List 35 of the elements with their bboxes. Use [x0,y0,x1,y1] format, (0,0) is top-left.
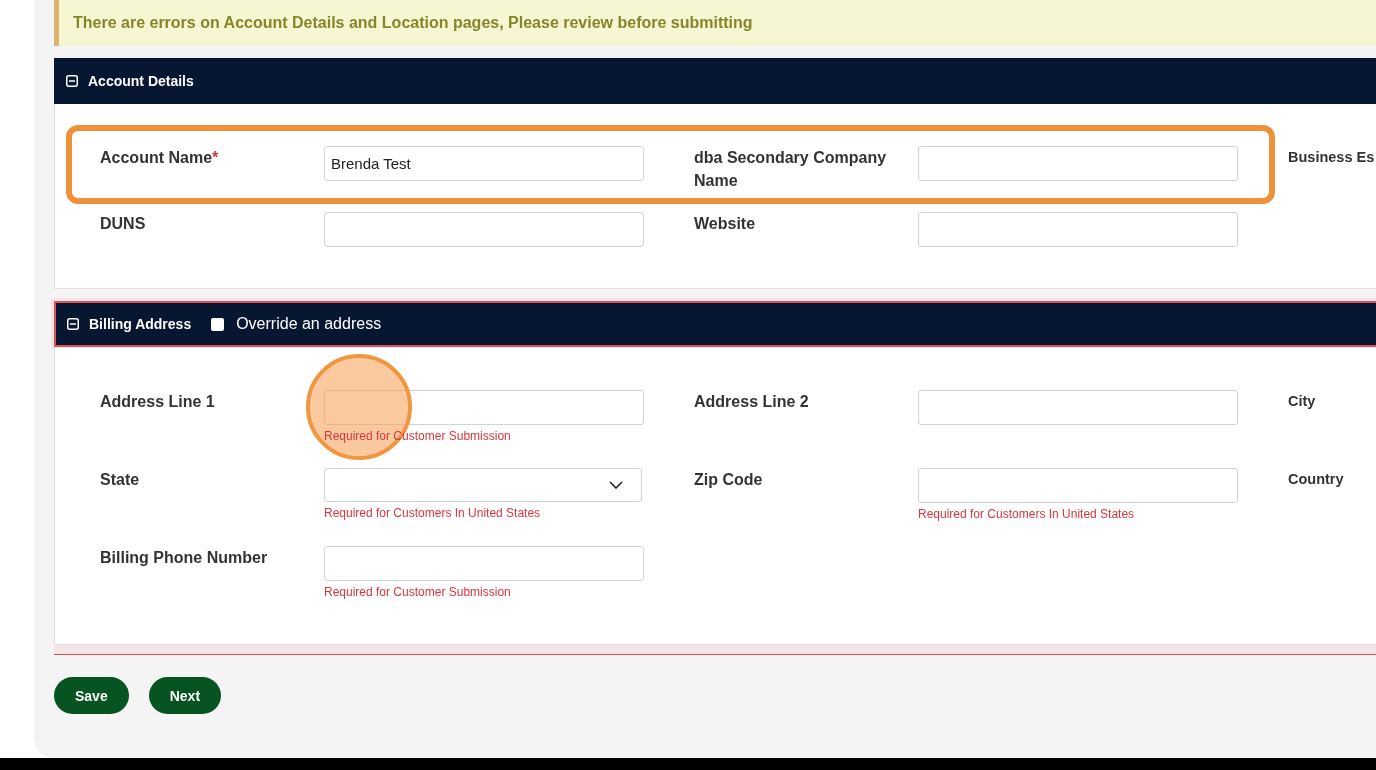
input-field[interactable] [324,390,644,425]
checkbox-label[interactable]: Override an address [236,315,382,333]
field-label: Billing Phone Number [100,548,269,568]
field-label: Zip Code [694,470,764,490]
input-field[interactable] [918,146,1238,181]
field-label: Address Line 1 [100,392,216,412]
field-label: DUNS [100,214,147,234]
collapse-icon[interactable] [66,75,78,87]
chevron-down-icon [609,481,623,489]
collapse-icon[interactable] [67,318,79,330]
field-label: Website [694,214,757,234]
field-label: State [100,470,141,490]
field-label: Address Line 2 [694,392,810,412]
input-field[interactable]: Brenda Test [324,146,644,181]
error-alert: There are errors on Account Details and Location pages, Please review before submitting [54,0,1376,46]
input-field[interactable] [324,212,644,247]
section-title: Billing Address [89,316,192,332]
error-message: Required for Customers In United States [324,506,542,521]
field-label: Country [1288,470,1345,489]
field-label: Account Name [100,148,213,168]
input-field[interactable] [324,546,644,581]
input-field[interactable] [918,390,1238,425]
error-message: Required for Customers In United States [918,507,1136,522]
action-button[interactable]: Next [148,677,222,714]
section-title: Account Details [88,73,194,89]
checkbox[interactable] [211,317,225,331]
field-label: City [1288,392,1317,411]
required-mark: * [212,148,219,168]
action-button[interactable]: Save [54,677,129,714]
input-field[interactable] [918,468,1238,503]
field-label: Business Es [1288,148,1376,167]
field-label: dba Secondary Company Name [694,148,888,191]
dropdown-field[interactable] [324,468,642,502]
error-message: Required for Customer Submission [324,585,512,600]
input-field[interactable] [918,212,1238,247]
